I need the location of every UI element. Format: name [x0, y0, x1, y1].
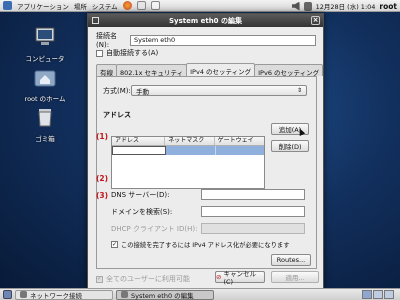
network-icon[interactable]: [303, 1, 312, 11]
workspace-2[interactable]: [373, 290, 383, 299]
dhcp-client-id-label: DHCP クライアント ID(H):: [111, 224, 198, 233]
table-row[interactable]: [112, 146, 264, 155]
connection-name-label: 接続名(N):: [96, 32, 117, 49]
menu-places[interactable]: 場所: [74, 1, 87, 11]
bottom-panel: ネットワーク接続 System eth0 の編集: [0, 288, 400, 300]
search-domain-label: ドメインを検索(S):: [111, 207, 173, 216]
workspace-3[interactable]: [384, 290, 394, 299]
network-connections-icon: [20, 291, 27, 298]
search-domain-input[interactable]: [201, 206, 305, 217]
require-ipv4-label: この接続を完了するには IPv4 アドレス化が必要になります: [121, 242, 290, 249]
fedora-logo-icon: [3, 1, 12, 10]
workspace-1[interactable]: [362, 290, 372, 299]
delete-address-button[interactable]: 削除(D): [271, 140, 309, 152]
method-label: 方式(M):: [103, 86, 131, 95]
dns-input[interactable]: [201, 189, 305, 200]
desktop-icon-home[interactable]: root のホーム: [10, 66, 80, 103]
workspace-switcher[interactable]: [362, 290, 394, 299]
address-table[interactable]: アドレス ネットマスク ゲートウェイ: [111, 136, 265, 189]
annotation-3: (3): [96, 191, 109, 200]
edit-connection-dialog: System eth0 の編集 × 接続名(N): System eth0 自動…: [87, 13, 324, 289]
address-table-header: アドレス ネットマスク ゲートウェイ: [112, 137, 264, 146]
speaker-icon[interactable]: [291, 1, 300, 11]
all-users-checkbox: ✓: [96, 275, 103, 283]
dns-row: DNS サーバー(D):: [111, 189, 305, 200]
annotation-2: (2): [96, 174, 109, 183]
column-header-gateway[interactable]: ゲートウェイ: [215, 137, 264, 145]
home-folder-icon: [34, 70, 56, 87]
desktop-icon-label: root のホーム: [24, 95, 66, 103]
method-select[interactable]: 手動 ⇕: [131, 85, 307, 96]
method-value: 手動: [136, 87, 149, 96]
computer-icon: [35, 27, 55, 45]
address-cell-editor[interactable]: [112, 146, 166, 155]
connection-name-row: 接続名(N): System eth0: [96, 31, 316, 49]
annotation-1: (1): [96, 132, 109, 141]
clock[interactable]: 12月28日 (水) 1:04: [316, 1, 376, 11]
dialog-titlebar[interactable]: System eth0 の編集 ×: [88, 14, 323, 27]
column-header-netmask[interactable]: ネットマスク: [165, 137, 215, 145]
tab-ipv6-settings[interactable]: IPv6 のセッティング: [254, 64, 324, 77]
top-panel-tray: 12月28日 (水) 1:04 root: [291, 0, 397, 12]
dialog-title: System eth0 の編集: [169, 16, 242, 25]
top-panel: アプリケーション 場所 システム 12月28日 (水) 1:04 root: [0, 0, 400, 12]
cancel-icon: ⊘: [216, 273, 222, 281]
dhcp-client-id-row: DHCP クライアント ID(H):: [111, 223, 305, 234]
mail-icon[interactable]: [136, 1, 146, 10]
all-users-label: 全てのユーザーに利用可能: [106, 275, 190, 283]
all-users-row: ✓ 全てのユーザーに利用可能: [96, 274, 190, 284]
user-name[interactable]: root: [379, 2, 397, 11]
dhcp-client-id-input[interactable]: [201, 223, 305, 234]
routes-button[interactable]: Routes...: [271, 254, 311, 266]
netmask-cell[interactable]: [166, 146, 216, 155]
chevron-updown-icon: ⇕: [296, 87, 302, 94]
menu-applications[interactable]: アプリケーション: [17, 1, 69, 11]
dns-label: DNS サーバー(D):: [111, 190, 170, 199]
taskbar-item-network-connections[interactable]: ネットワーク接続: [15, 289, 113, 300]
require-ipv4-checkbox[interactable]: ✓: [111, 241, 118, 248]
taskbar-item-edit-eth0[interactable]: System eth0 の編集: [116, 289, 214, 300]
network-connections-icon: [121, 291, 128, 298]
address-section-title: アドレス: [103, 111, 131, 119]
auto-connect-label: 自動接続する(A): [106, 49, 159, 57]
trash-icon: [38, 109, 52, 127]
cancel-button[interactable]: ⊘ キャンセル(C): [215, 270, 265, 286]
auto-connect-row[interactable]: 自動接続する(A): [96, 48, 158, 58]
menu-system[interactable]: システム: [92, 1, 118, 11]
connection-name-value: System eth0: [134, 36, 176, 44]
apply-button[interactable]: 適用...: [271, 271, 319, 283]
method-row: 方式(M): 手動 ⇕: [103, 85, 307, 96]
settings-tabs: 有線 802.1x セキュリティ IPv4 のセッティング IPv6 のセッティ…: [96, 63, 324, 77]
connection-name-input[interactable]: System eth0: [130, 34, 316, 46]
tab-8021x-security[interactable]: 802.1x セキュリティ: [116, 64, 188, 77]
desktop-icon-label: コンピュータ: [25, 55, 65, 63]
search-domain-row: ドメインを検索(S):: [111, 206, 305, 217]
top-menu: アプリケーション 場所 システム: [3, 1, 160, 11]
desktop-icon-computer[interactable]: コンピュータ: [10, 26, 80, 63]
firefox-icon[interactable]: [122, 1, 132, 10]
require-ipv4-row[interactable]: ✓ この接続を完了するには IPv4 アドレス化が必要になります: [111, 240, 290, 249]
desktop-icon-label: ゴミ箱: [35, 135, 55, 143]
tab-ipv4-settings[interactable]: IPv4 のセッティング: [186, 63, 256, 76]
tab-wired[interactable]: 有線: [96, 64, 117, 77]
close-icon[interactable]: ×: [311, 16, 320, 25]
desktop-icon-trash[interactable]: ゴミ箱: [10, 106, 80, 143]
show-desktop-icon[interactable]: [3, 290, 12, 299]
auto-connect-checkbox[interactable]: [96, 49, 103, 57]
editor-icon[interactable]: [150, 1, 160, 10]
gateway-cell[interactable]: [216, 146, 264, 155]
column-header-address[interactable]: アドレス: [112, 137, 166, 145]
window-icon: [92, 17, 99, 24]
